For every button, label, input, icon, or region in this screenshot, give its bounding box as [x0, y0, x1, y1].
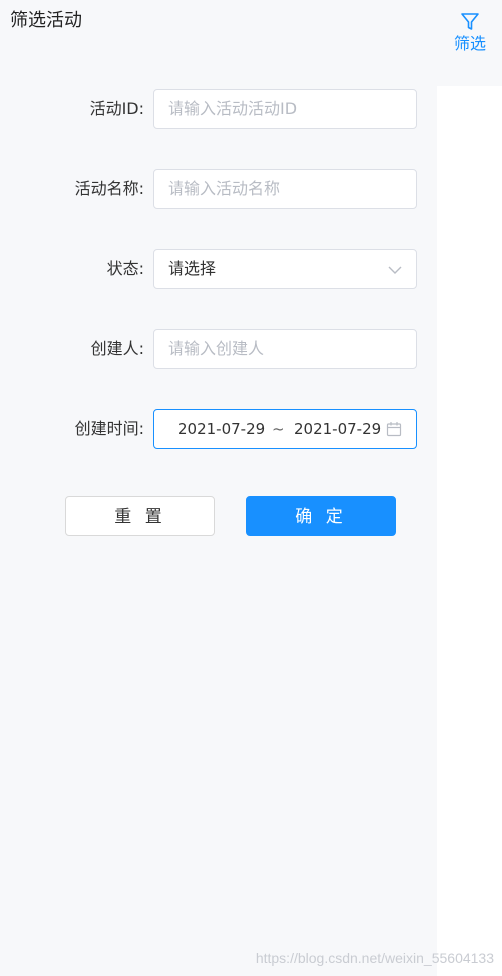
activity-name-field-box [153, 169, 417, 209]
created-time-row: 创建时间: 2021-07-29 ~ 2021-07-29 [0, 409, 437, 449]
calendar-icon [386, 421, 402, 441]
date-end-value[interactable]: 2021-07-29 [294, 410, 381, 448]
watermark: https://blog.csdn.net/weixin_55604133 [255, 950, 494, 966]
chevron-down-icon [388, 262, 402, 281]
activity-id-label: 活动ID: [89, 99, 144, 118]
creator-label: 创建人: [90, 339, 144, 358]
confirm-button[interactable]: 确 定 [246, 496, 396, 536]
status-selected-value: 请选择 [168, 259, 217, 278]
created-time-label: 创建时间: [74, 419, 144, 438]
activity-id-field-box [153, 89, 417, 129]
filter-toggle-button[interactable]: 筛选 [446, 12, 494, 54]
activity-id-input[interactable] [154, 90, 398, 126]
side-panel-strip [437, 86, 502, 976]
status-select[interactable]: 请选择 [153, 249, 417, 289]
status-label: 状态: [106, 259, 144, 278]
date-start-value[interactable]: 2021-07-29 [178, 410, 265, 448]
filter-icon [446, 12, 494, 32]
page-title: 筛选活动 [10, 10, 82, 31]
activity-name-row: 活动名称: [0, 169, 437, 209]
activity-name-label: 活动名称: [74, 179, 144, 198]
activity-id-row: 活动ID: [0, 89, 437, 129]
creator-field-box [153, 329, 417, 369]
date-range-picker[interactable]: 2021-07-29 ~ 2021-07-29 [153, 409, 417, 449]
creator-row: 创建人: [0, 329, 437, 369]
activity-name-input[interactable] [154, 170, 398, 206]
reset-button[interactable]: 重 置 [65, 496, 215, 536]
status-row: 状态: 请选择 [0, 249, 437, 289]
filter-toggle-label: 筛选 [453, 34, 486, 53]
date-range-separator: ~ [272, 420, 285, 438]
creator-input[interactable] [154, 330, 398, 366]
